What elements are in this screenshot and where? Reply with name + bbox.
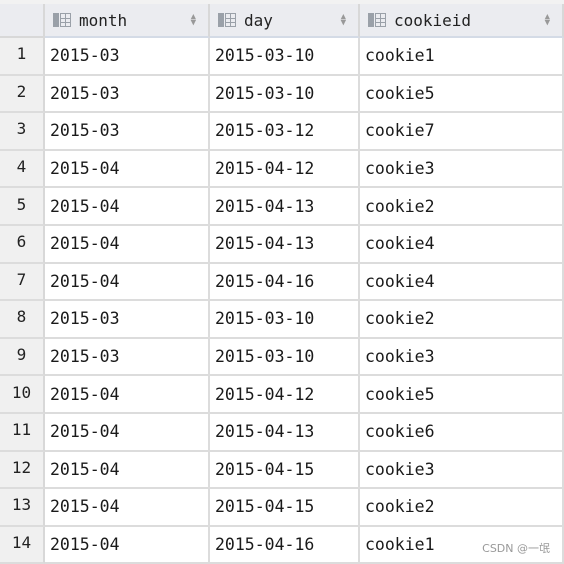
row-number[interactable]: 10 — [0, 376, 45, 414]
cell-day[interactable]: 2015-04-16 — [210, 263, 360, 302]
table-row[interactable]: 7 2015-04 2015-04-16 cookie4 — [0, 263, 564, 302]
sort-icon[interactable]: ▲ ▼ — [341, 13, 346, 28]
table-row[interactable]: 10 2015-04 2015-04-12 cookie5 — [0, 376, 564, 414]
cell-day[interactable]: 2015-04-13 — [210, 188, 360, 226]
column-header-day[interactable]: day ▲ ▼ — [210, 4, 360, 38]
cell-day[interactable]: 2015-04-15 — [210, 451, 360, 490]
table-row[interactable]: 3 2015-03 2015-03-12 cookie7 — [0, 113, 564, 151]
row-number[interactable]: 6 — [0, 226, 45, 264]
row-number[interactable]: 4 — [0, 150, 45, 189]
cell-cookieid[interactable]: cookie2 — [360, 188, 564, 226]
cell-month[interactable]: 2015-03 — [45, 301, 210, 339]
column-icon — [368, 13, 386, 27]
cell-cookieid[interactable]: cookie6 — [360, 414, 564, 452]
column-icon — [53, 13, 71, 27]
cell-day[interactable]: 2015-04-12 — [210, 376, 360, 414]
row-number[interactable]: 14 — [0, 526, 45, 564]
row-number[interactable]: 8 — [0, 301, 45, 339]
table-row[interactable]: 6 2015-04 2015-04-13 cookie4 — [0, 226, 564, 264]
cell-month[interactable]: 2015-03 — [45, 38, 210, 76]
column-header-label: day — [244, 10, 273, 30]
row-number[interactable]: 13 — [0, 489, 45, 527]
table-row[interactable]: 11 2015-04 2015-04-13 cookie6 — [0, 414, 564, 452]
cell-day[interactable]: 2015-04-12 — [210, 150, 360, 189]
row-number[interactable]: 2 — [0, 75, 45, 114]
column-header-cookieid[interactable]: cookieid ▲ ▼ — [360, 4, 564, 38]
cell-cookieid[interactable]: cookie5 — [360, 75, 564, 114]
cell-day[interactable]: 2015-03-10 — [210, 75, 360, 114]
cell-month[interactable]: 2015-04 — [45, 188, 210, 226]
cell-day[interactable]: 2015-04-15 — [210, 489, 360, 527]
table-row[interactable]: 5 2015-04 2015-04-13 cookie2 — [0, 188, 564, 226]
cell-cookieid[interactable]: cookie4 — [360, 226, 564, 264]
table-row[interactable]: 4 2015-04 2015-04-12 cookie3 — [0, 150, 564, 189]
column-header-month[interactable]: month ▲ ▼ — [45, 4, 210, 38]
cell-cookieid[interactable]: cookie3 — [360, 150, 564, 189]
table-row[interactable]: 8 2015-03 2015-03-10 cookie2 — [0, 301, 564, 339]
column-header-label: cookieid — [394, 10, 472, 30]
cell-month[interactable]: 2015-04 — [45, 526, 210, 564]
cell-cookieid[interactable]: cookie1 — [360, 38, 564, 76]
row-number[interactable]: 12 — [0, 451, 45, 490]
cell-cookieid[interactable]: cookie2 — [360, 489, 564, 527]
cell-month[interactable]: 2015-04 — [45, 489, 210, 527]
column-icon — [218, 13, 236, 27]
cell-month[interactable]: 2015-04 — [45, 414, 210, 452]
row-number[interactable]: 7 — [0, 263, 45, 302]
row-number[interactable]: 1 — [0, 38, 45, 76]
table-row[interactable]: 13 2015-04 2015-04-15 cookie2 — [0, 489, 564, 527]
table-row[interactable]: 14 2015-04 2015-04-16 cookie1 — [0, 526, 564, 564]
cell-cookieid[interactable]: cookie3 — [360, 338, 564, 377]
cell-month[interactable]: 2015-04 — [45, 226, 210, 264]
table-row[interactable]: 12 2015-04 2015-04-15 cookie3 — [0, 451, 564, 490]
cell-day[interactable]: 2015-04-16 — [210, 526, 360, 564]
table-row[interactable]: 9 2015-03 2015-03-10 cookie3 — [0, 338, 564, 377]
corner-cell[interactable] — [0, 4, 45, 38]
cell-day[interactable]: 2015-03-10 — [210, 301, 360, 339]
cell-month[interactable]: 2015-03 — [45, 113, 210, 151]
cell-cookieid[interactable]: cookie3 — [360, 451, 564, 490]
sort-icon[interactable]: ▲ ▼ — [191, 13, 196, 28]
cell-day[interactable]: 2015-03-10 — [210, 338, 360, 377]
cell-cookieid[interactable]: cookie5 — [360, 376, 564, 414]
cell-month[interactable]: 2015-04 — [45, 376, 210, 414]
cell-day[interactable]: 2015-04-13 — [210, 226, 360, 264]
cell-month[interactable]: 2015-04 — [45, 451, 210, 490]
cell-day[interactable]: 2015-03-12 — [210, 113, 360, 151]
row-number[interactable]: 9 — [0, 338, 45, 377]
cell-month[interactable]: 2015-04 — [45, 263, 210, 302]
cell-cookieid[interactable]: cookie2 — [360, 301, 564, 339]
table-row[interactable]: 1 2015-03 2015-03-10 cookie1 — [0, 38, 564, 76]
column-header-label: month — [79, 10, 128, 30]
watermark: CSDN @一氓 — [482, 542, 550, 555]
cell-day[interactable]: 2015-04-13 — [210, 414, 360, 452]
cell-month[interactable]: 2015-03 — [45, 75, 210, 114]
cell-month[interactable]: 2015-03 — [45, 338, 210, 377]
cell-cookieid[interactable]: cookie7 — [360, 113, 564, 151]
row-number[interactable]: 11 — [0, 414, 45, 452]
cell-month[interactable]: 2015-04 — [45, 150, 210, 189]
sort-icon[interactable]: ▲ ▼ — [545, 13, 550, 28]
cell-cookieid[interactable]: cookie4 — [360, 263, 564, 302]
row-number[interactable]: 3 — [0, 113, 45, 151]
cell-day[interactable]: 2015-03-10 — [210, 38, 360, 76]
table-row[interactable]: 2 2015-03 2015-03-10 cookie5 — [0, 75, 564, 114]
row-number[interactable]: 5 — [0, 188, 45, 226]
